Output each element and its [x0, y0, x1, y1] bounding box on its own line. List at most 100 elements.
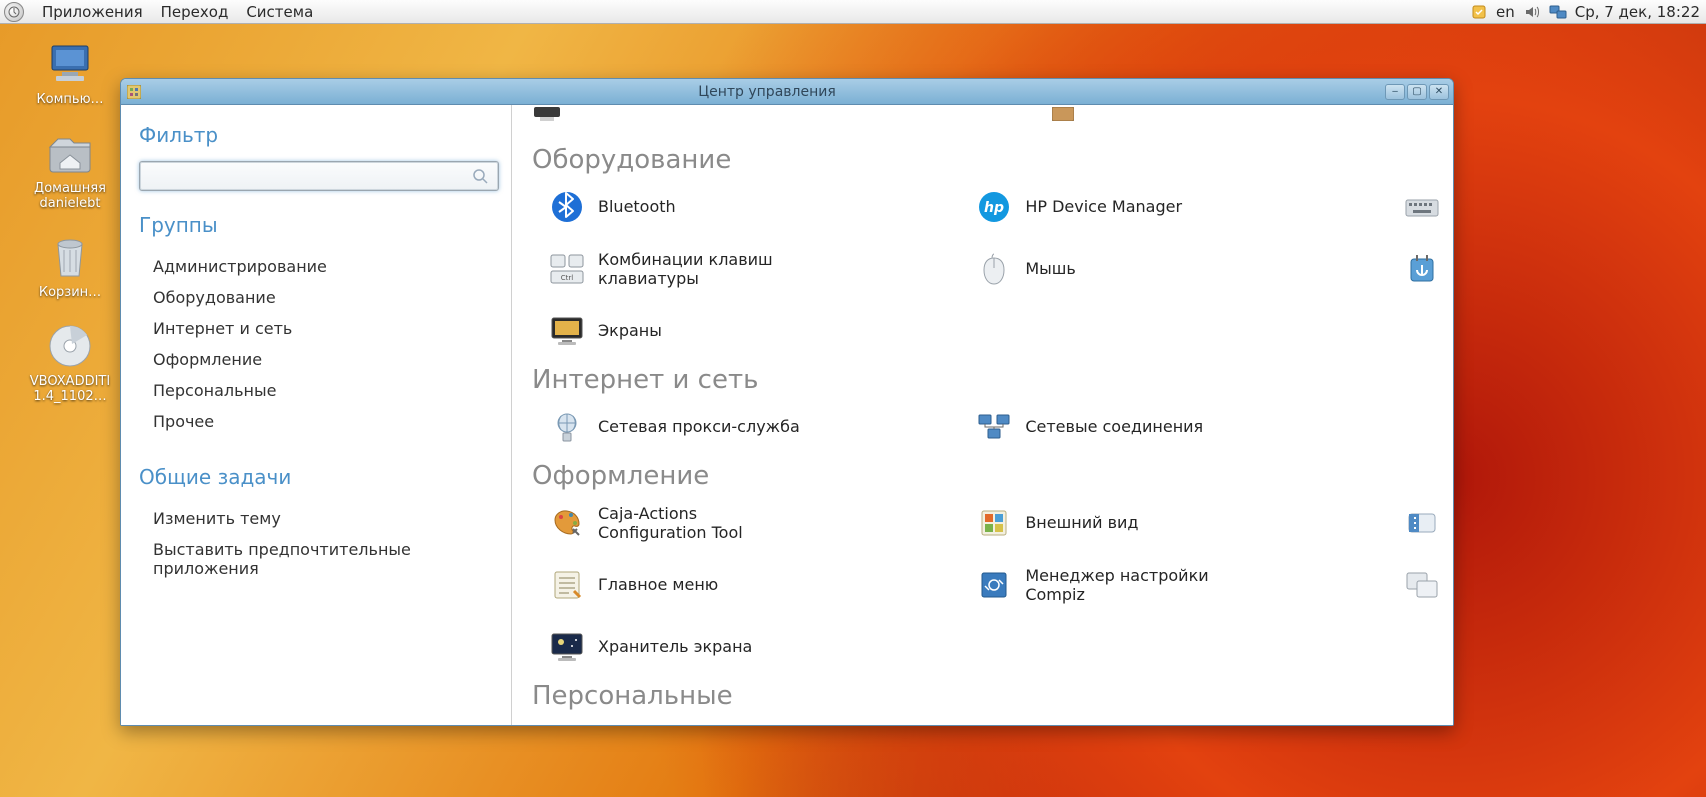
- item-label: HP Device Manager: [1025, 197, 1182, 216]
- item-bluetooth[interactable]: Bluetooth: [550, 187, 957, 227]
- settings-content-area: системой Оборудование Bluetooth hp: [511, 105, 1453, 725]
- power-management-icon: [1405, 252, 1439, 286]
- menu-applications[interactable]: Приложения: [42, 3, 143, 21]
- desktop-icon-label: Корзин…: [39, 285, 101, 300]
- svg-text:Ctrl: Ctrl: [561, 274, 574, 282]
- groups-heading: Группы: [139, 213, 499, 237]
- proxy-icon: [550, 410, 584, 444]
- clock[interactable]: Ср, 7 дек, 18:22: [1575, 3, 1700, 21]
- menu-places[interactable]: Переход: [161, 3, 229, 21]
- window-close-button[interactable]: ✕: [1429, 84, 1449, 100]
- item-windows[interactable]: Окна: [1405, 565, 1453, 605]
- item-label: Хранитель экрана: [598, 637, 752, 656]
- control-center-app-icon: [125, 83, 143, 101]
- item-label: Сетевая прокси-служба: [598, 417, 800, 436]
- window-maximize-button[interactable]: ▢: [1407, 84, 1427, 100]
- bluetooth-icon: [550, 190, 584, 224]
- compiz-icon: [977, 568, 1011, 602]
- item-compiz-settings[interactable]: Менеджер настройки Compiz: [977, 565, 1384, 605]
- desktop-icon-computer[interactable]: Компью…: [20, 40, 120, 107]
- search-icon: [472, 168, 498, 184]
- item-keyboard[interactable]: Клавиатура: [1405, 187, 1453, 227]
- svg-text:hp: hp: [984, 200, 1004, 216]
- network-connections-icon: [977, 410, 1011, 444]
- home-folder-icon: [46, 129, 94, 177]
- item-main-menu[interactable]: Главное меню: [550, 565, 957, 605]
- item-label: Сетевые соединения: [1025, 417, 1203, 436]
- common-task-preferred-apps[interactable]: Выставить предпочтительные приложения: [139, 534, 499, 584]
- screensaver-icon: [550, 630, 584, 664]
- update-notifier-icon[interactable]: [1470, 3, 1488, 21]
- common-tasks-heading: Общие задачи: [139, 465, 499, 489]
- keyboard-icon: [1405, 190, 1439, 224]
- sidebar-groups-list: Администрирование Оборудование Интернет …: [139, 251, 499, 437]
- item-label: Менеджер настройки Compiz: [1025, 566, 1235, 604]
- appearance-icon: [977, 506, 1011, 540]
- mouse-icon: [977, 252, 1011, 286]
- item-keyboard-shortcuts[interactable]: Ctrl Комбинации клавиш клавиатуры: [550, 249, 957, 289]
- network-tray-icon[interactable]: [1549, 3, 1567, 21]
- item-label: Экраны: [598, 321, 662, 340]
- common-task-change-theme[interactable]: Изменить тему: [139, 503, 499, 534]
- desktop-icon-label: Компью…: [36, 92, 103, 107]
- desktop-icons: Компью… Домашняя danielebt Корзин… VBOXA…: [20, 40, 120, 404]
- sidebar-group-hardware[interactable]: Оборудование: [139, 282, 499, 313]
- item-displays[interactable]: Экраны: [550, 311, 957, 351]
- item-screensaver[interactable]: Хранитель экрана: [550, 627, 957, 667]
- hp-icon: hp: [977, 190, 1011, 224]
- window-titlebar[interactable]: Центр управления ‒ ▢ ✕: [121, 79, 1453, 105]
- trash-icon: [46, 233, 94, 281]
- item-label: Bluetooth: [598, 197, 676, 216]
- volume-icon[interactable]: [1523, 3, 1541, 21]
- control-center-window: Центр управления ‒ ▢ ✕ Фильтр Группы Адм…: [120, 78, 1454, 726]
- optical-disc-icon: [46, 322, 94, 370]
- start-menu-icon[interactable]: [4, 2, 24, 22]
- section-heading-hardware: Оборудование: [532, 145, 1453, 175]
- desktop-icon-optical[interactable]: VBOXADDITI 1.4_1102…: [20, 322, 120, 404]
- sidebar-group-appearance[interactable]: Оформление: [139, 344, 499, 375]
- desktop-icon-home[interactable]: Домашняя danielebt: [20, 129, 120, 211]
- sidebar-group-internet[interactable]: Интернет и сеть: [139, 313, 499, 344]
- item-power-management[interactable]: Управление питанием: [1405, 249, 1453, 289]
- computer-icon: [46, 40, 94, 88]
- item-label: Caja-Actions Configuration Tool: [598, 504, 808, 542]
- display-icon: [550, 314, 584, 348]
- keyboard-layout-indicator[interactable]: en: [1496, 3, 1515, 21]
- desktop-icon-trash[interactable]: Корзин…: [20, 233, 120, 300]
- item-label: Главное меню: [598, 575, 718, 594]
- filter-search-field[interactable]: [139, 161, 499, 191]
- section-heading-personal: Персональные: [532, 681, 1453, 711]
- item-network-proxy[interactable]: Сетевая прокси-служба: [550, 407, 957, 447]
- item-popup-notifications[interactable]: Всплывающие уведомления: [1405, 503, 1453, 543]
- item-appearance[interactable]: Внешний вид: [977, 503, 1384, 543]
- main-menu-icon: [550, 568, 584, 602]
- top-panel: Приложения Переход Система en Ср, 7 дек,…: [0, 0, 1706, 24]
- desktop-icon-label: Домашняя danielebt: [20, 181, 120, 211]
- filter-heading: Фильтр: [139, 123, 499, 147]
- item-hp-device-manager[interactable]: hp HP Device Manager: [977, 187, 1384, 227]
- sidebar-group-personal[interactable]: Персональные: [139, 375, 499, 406]
- section-heading-internet: Интернет и сеть: [532, 365, 1453, 395]
- window-minimize-button[interactable]: ‒: [1385, 84, 1405, 100]
- item-label: Мышь: [1025, 259, 1076, 278]
- truncated-previous-row: системой: [532, 105, 1453, 131]
- item-caja-actions[interactable]: Caja-Actions Configuration Tool: [550, 503, 957, 543]
- sidebar-common-tasks: Изменить тему Выставить предпочтительные…: [139, 503, 499, 584]
- sidebar-filter-panel: Фильтр Группы Администрирование Оборудов…: [121, 105, 511, 725]
- caja-actions-icon: [550, 506, 584, 540]
- windows-icon: [1405, 568, 1439, 602]
- sidebar-group-administration[interactable]: Администрирование: [139, 251, 499, 282]
- package-icon: [1052, 107, 1074, 121]
- menu-system[interactable]: Система: [246, 3, 313, 21]
- item-mouse[interactable]: Мышь: [977, 249, 1384, 289]
- printer-icon: [532, 107, 562, 121]
- item-label: Внешний вид: [1025, 513, 1138, 532]
- section-heading-appearance: Оформление: [532, 461, 1453, 491]
- desktop-icon-label: VBOXADDITI 1.4_1102…: [20, 374, 120, 404]
- notifications-icon: [1405, 506, 1439, 540]
- keyboard-shortcuts-icon: Ctrl: [550, 252, 584, 286]
- window-title: Центр управления: [149, 84, 1385, 100]
- item-network-connections[interactable]: Сетевые соединения: [977, 407, 1384, 447]
- sidebar-group-other[interactable]: Прочее: [139, 406, 499, 437]
- filter-search-input[interactable]: [140, 168, 472, 184]
